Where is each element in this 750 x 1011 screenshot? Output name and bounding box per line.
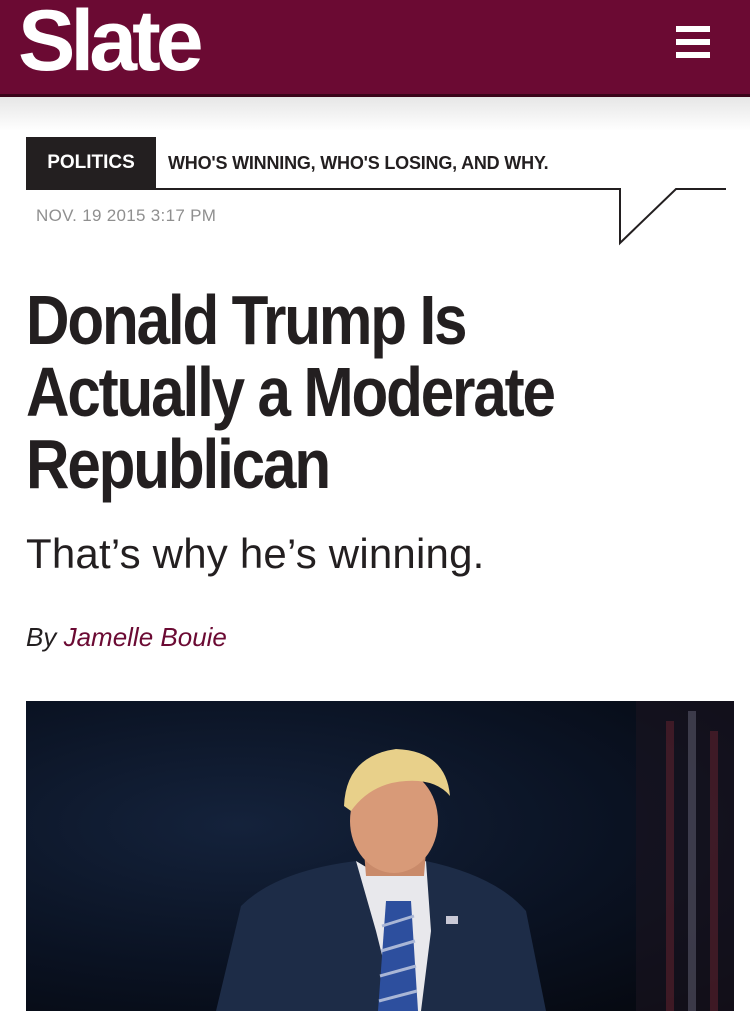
headline-line: Donald Trump Is [26, 281, 468, 359]
menu-bar [676, 39, 710, 45]
flag-background [636, 701, 734, 1011]
author-link[interactable]: Jamelle Bouie [64, 622, 227, 652]
flag-stripe [710, 731, 718, 1011]
header-shadow-strip [0, 97, 750, 131]
slate-logo[interactable]: Slate [18, 0, 204, 86]
section-rule-with-notch [26, 188, 726, 246]
article-date: NOV. 19 2015 3:17 PM [36, 206, 217, 225]
headline-line: Actually a Moderate [26, 353, 556, 431]
photo-illustration [216, 701, 734, 1011]
site-header: Slate [0, 0, 750, 97]
flag-stripe [688, 711, 696, 1011]
byline: By Jamelle Bouie [26, 622, 227, 653]
lapel-pin [446, 916, 458, 924]
article-dek: That’s why he’s winning. [26, 530, 485, 577]
section-header: POLITICS WHO'S WINNING, WHO'S LOSING, AN… [26, 137, 726, 247]
article-photo[interactable] [26, 701, 734, 1011]
article-headline: Donald Trump Is Actually a Moderate Repu… [26, 284, 628, 500]
hamburger-menu-icon[interactable] [668, 24, 712, 60]
menu-bar [676, 26, 710, 32]
menu-bar [676, 52, 710, 58]
headline-line: Republican [26, 425, 331, 503]
byline-prefix: By [26, 622, 57, 652]
flag-stripe [666, 721, 674, 1011]
